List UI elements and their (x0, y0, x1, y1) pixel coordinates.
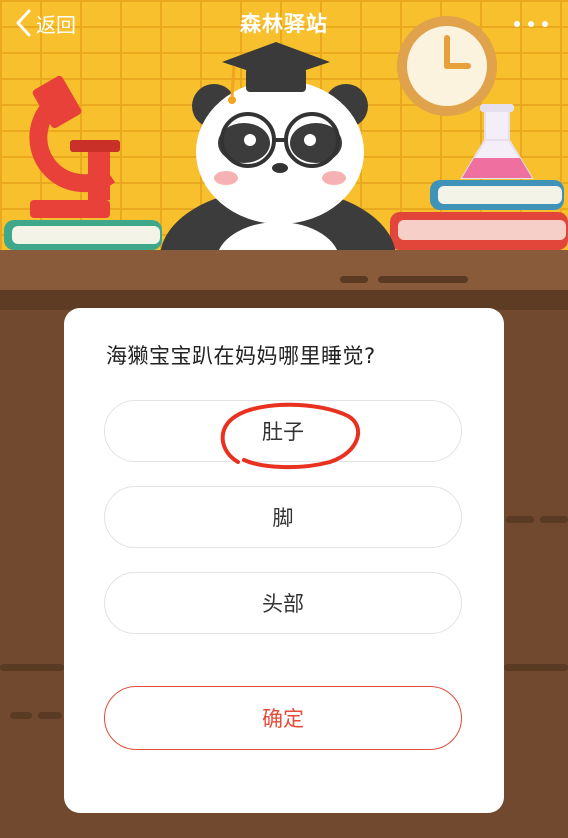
books-right-icon (390, 180, 568, 250)
wood-grain (540, 516, 568, 523)
more-dots-icon[interactable] (514, 14, 548, 34)
nav-bar: 返回 森林驿站 (0, 0, 568, 46)
question-text: 海獭宝宝趴在妈妈哪里睡觉? (106, 344, 376, 368)
answer-option-1[interactable]: 肚子 (104, 400, 462, 462)
microscope-icon (29, 75, 120, 218)
answer-option-3[interactable]: 头部 (104, 572, 462, 634)
wood-grain (506, 516, 534, 523)
desk-top (0, 250, 568, 294)
option-label: 肚子 (262, 420, 304, 444)
desk-edge (0, 290, 568, 310)
wood-grain (378, 276, 468, 283)
books-left-icon (4, 220, 162, 250)
option-label: 头部 (262, 592, 304, 616)
quiz-card: 海獭宝宝趴在妈妈哪里睡觉? 肚子 脚 头部 确定 (64, 308, 504, 813)
wood-grain (38, 712, 62, 719)
wood-grain (0, 664, 64, 671)
confirm-label: 确定 (262, 707, 304, 731)
header-scene: 返回 森林驿站 (0, 0, 568, 290)
wood-grain (504, 664, 568, 671)
page-title: 森林驿站 (240, 12, 328, 36)
wood-grain (10, 712, 32, 719)
confirm-button[interactable]: 确定 (104, 686, 462, 750)
wood-grain (340, 276, 368, 283)
option-label: 脚 (272, 506, 294, 530)
flask-icon (460, 104, 534, 179)
answer-option-2[interactable]: 脚 (104, 486, 462, 548)
